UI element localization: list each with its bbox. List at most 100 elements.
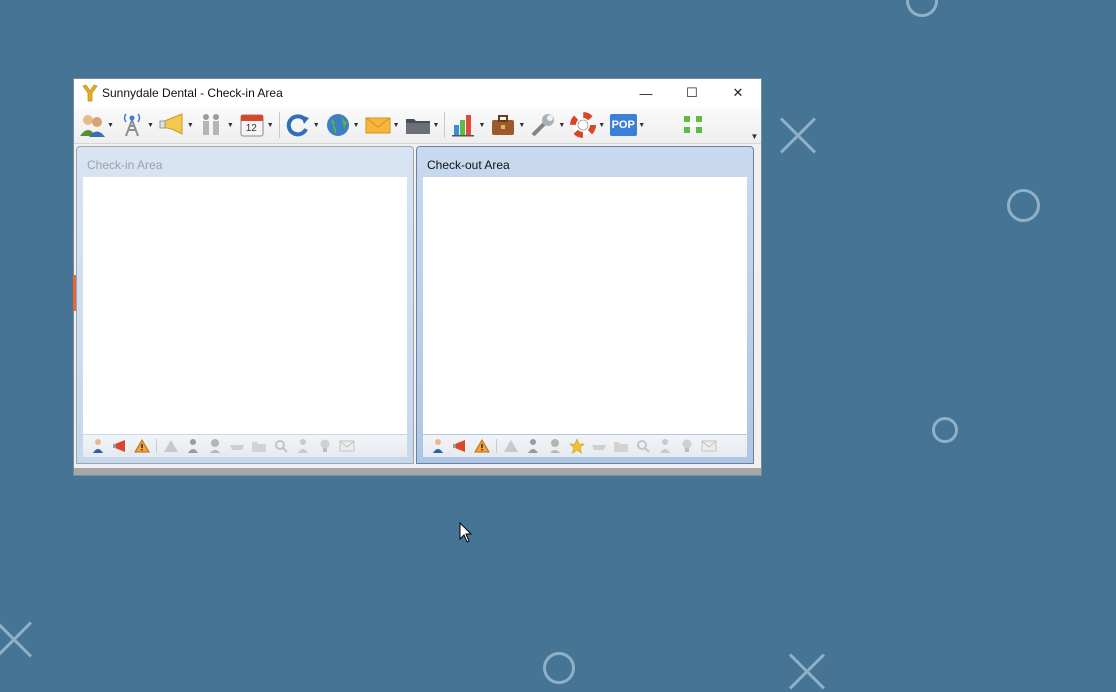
checkin-list[interactable] <box>83 177 407 434</box>
refresh-button[interactable]: ▼ <box>284 112 320 138</box>
envelope-icon[interactable] <box>698 437 720 455</box>
search-icon[interactable] <box>270 437 292 455</box>
chevron-down-icon[interactable]: ▼ <box>598 122 605 129</box>
mail-icon <box>364 112 392 138</box>
chevron-down-icon[interactable]: ▼ <box>393 122 400 129</box>
announce-button[interactable]: ▼ <box>158 112 194 138</box>
patients-button[interactable]: ▼ <box>78 112 114 138</box>
decor-cross <box>0 620 34 660</box>
tools-button[interactable]: ▼ <box>529 112 565 138</box>
folder-icon[interactable] <box>248 437 270 455</box>
help-button[interactable]: ▼ <box>569 112 605 138</box>
chevron-down-icon[interactable]: ▼ <box>147 122 154 129</box>
family-icon <box>198 112 226 138</box>
chevron-down-icon[interactable]: ▼ <box>267 122 274 129</box>
pane-footer-toolbar <box>423 435 747 457</box>
patient-icon[interactable] <box>87 437 109 455</box>
briefcase-icon <box>489 112 517 138</box>
alert-icon[interactable] <box>500 437 522 455</box>
checkin-pane[interactable]: Check-in Area <box>76 146 414 464</box>
patient-icon[interactable] <box>427 437 449 455</box>
chevron-down-icon[interactable]: ▼ <box>638 122 645 129</box>
broadcast-tower-icon <box>118 112 146 138</box>
alert-icon[interactable] <box>160 437 182 455</box>
decor-cross <box>787 652 827 692</box>
title-bar[interactable]: Sunnydale Dental - Check-in Area — ☐ ✕ <box>74 79 761 107</box>
calendar-date-label: 12 <box>245 123 257 134</box>
chevron-down-icon[interactable]: ▼ <box>558 122 565 129</box>
search-icon[interactable] <box>632 437 654 455</box>
warning-icon[interactable] <box>471 437 493 455</box>
chevron-down-icon[interactable]: ▼ <box>187 122 194 129</box>
pop-label: POP <box>609 114 637 136</box>
chevron-down-icon[interactable]: ▼ <box>478 122 485 129</box>
decor-cross <box>778 116 818 156</box>
pane-title: Check-out Area <box>427 158 510 172</box>
megaphone-icon[interactable] <box>449 437 471 455</box>
megaphone-icon <box>158 112 186 138</box>
folder-icon[interactable] <box>610 437 632 455</box>
broadcast-button[interactable]: ▼ <box>118 112 154 138</box>
documents-button[interactable]: ▼ <box>404 112 440 138</box>
lightbulb-icon[interactable] <box>314 437 336 455</box>
chevron-down-icon[interactable]: ▼ <box>313 122 320 129</box>
chevron-down-icon: ▼ <box>750 132 759 141</box>
decor-circle <box>1007 189 1040 222</box>
chevron-down-icon[interactable]: ▼ <box>227 122 234 129</box>
pane-footer-toolbar <box>83 435 407 457</box>
provider-icon[interactable] <box>292 437 314 455</box>
close-icon: ✕ <box>732 85 744 100</box>
decor-circle <box>906 0 938 17</box>
mouse-cursor-icon <box>459 521 473 549</box>
reports-button[interactable]: ▼ <box>449 112 485 138</box>
main-toolbar: ▼ ▼ ▼ ▼ 12 ▼ ▼ ▼ ▼ ▼ ▼ ▼ ▼ ▼ POP ▼ ▼ <box>74 107 761 144</box>
refresh-icon <box>284 112 312 138</box>
lifebuoy-icon <box>569 112 597 138</box>
app-window: Sunnydale Dental - Check-in Area — ☐ ✕ ▼… <box>73 78 762 476</box>
window-title: Sunnydale Dental - Check-in Area <box>102 86 283 100</box>
checkout-pane[interactable]: Check-out Area <box>416 146 754 464</box>
warning-icon[interactable] <box>131 437 153 455</box>
toolbar-separator <box>444 112 446 138</box>
tray-icon[interactable] <box>588 437 610 455</box>
grid-icon <box>679 112 707 138</box>
business-button[interactable]: ▼ <box>489 112 525 138</box>
maximize-icon: ☐ <box>686 85 698 100</box>
star-icon[interactable] <box>566 437 588 455</box>
person-icon[interactable] <box>522 437 544 455</box>
footer-separator <box>156 439 157 453</box>
patients-icon <box>78 112 106 138</box>
lightbulb-icon[interactable] <box>676 437 698 455</box>
web-button[interactable]: ▼ <box>324 112 360 138</box>
area-panes: Check-in Area Check-out Area <box>76 146 756 466</box>
pop-button[interactable]: POP ▼ <box>609 112 645 138</box>
wrench-icon <box>529 112 557 138</box>
user-switch-icon[interactable] <box>204 437 226 455</box>
status-bar <box>74 468 761 475</box>
chevron-down-icon[interactable]: ▼ <box>353 122 360 129</box>
close-button[interactable]: ✕ <box>715 79 761 107</box>
checkout-list[interactable] <box>423 177 747 434</box>
person-icon[interactable] <box>182 437 204 455</box>
maximize-button[interactable]: ☐ <box>669 79 715 107</box>
provider-icon[interactable] <box>654 437 676 455</box>
user-switch-icon[interactable] <box>544 437 566 455</box>
megaphone-icon[interactable] <box>109 437 131 455</box>
tooth-logo-icon <box>82 84 98 102</box>
minimize-icon: — <box>639 85 653 101</box>
chevron-down-icon[interactable]: ▼ <box>433 122 440 129</box>
family-button[interactable]: ▼ <box>198 112 234 138</box>
globe-icon <box>324 112 352 138</box>
toolbar-separator <box>278 112 280 138</box>
tray-icon[interactable] <box>226 437 248 455</box>
minimize-button[interactable]: — <box>623 79 669 107</box>
decor-circle <box>932 417 958 443</box>
layout-button[interactable] <box>679 112 707 138</box>
chevron-down-icon[interactable]: ▼ <box>107 122 114 129</box>
toolbar-overflow-button[interactable]: ▼ <box>750 129 759 141</box>
folder-icon <box>404 112 432 138</box>
envelope-icon[interactable] <box>336 437 358 455</box>
mail-button[interactable]: ▼ <box>364 112 400 138</box>
calendar-button[interactable]: 12 ▼ <box>238 112 274 138</box>
chevron-down-icon[interactable]: ▼ <box>518 122 525 129</box>
